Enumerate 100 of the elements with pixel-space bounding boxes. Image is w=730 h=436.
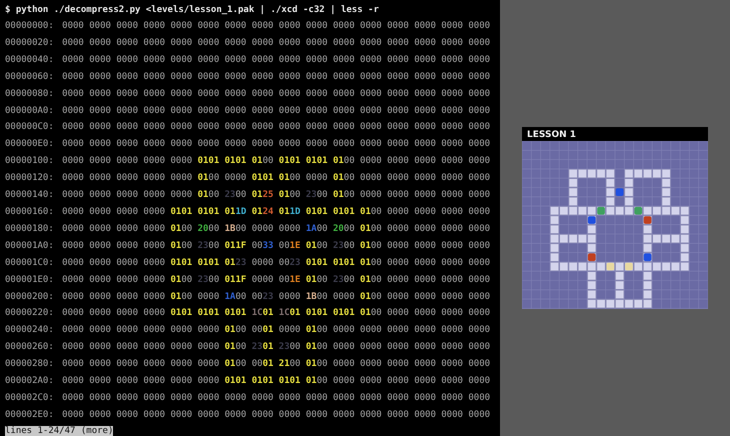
hex-word: 0000 bbox=[89, 222, 111, 236]
hex-word: 0000 bbox=[89, 274, 111, 287]
hex-word: 0000 bbox=[198, 70, 220, 84]
hex-word: 0100 bbox=[360, 240, 382, 253]
hex-word: 0000 bbox=[468, 240, 490, 253]
hex-word: 0000 bbox=[468, 375, 490, 388]
hex-word: 0124 bbox=[252, 206, 274, 219]
command-line: $ python ./decompress2.py <levels/lesson_1.pak | ./xcd -c32 | less -r bbox=[5, 4, 380, 17]
hex-word: 0000 bbox=[360, 324, 382, 338]
hex-word: 0000 bbox=[170, 70, 192, 84]
hex-word: 0000 bbox=[143, 375, 166, 388]
hex-word: 0000 bbox=[387, 358, 409, 372]
hex-word: 0000 bbox=[468, 222, 490, 236]
hex-word: 0100 bbox=[360, 274, 382, 287]
hex-word: 001E bbox=[278, 274, 300, 287]
hex-word: 0000 bbox=[116, 189, 138, 202]
hex-word: 0100 bbox=[278, 189, 300, 202]
hex-word: 0000 bbox=[441, 256, 463, 270]
hex-word: 2300 bbox=[306, 189, 328, 202]
hex-word: 0000 bbox=[116, 70, 138, 84]
hex-word: 0000 bbox=[332, 88, 355, 101]
hex-address: 00000000: bbox=[5, 20, 54, 33]
hex-word: 0000 bbox=[116, 155, 138, 168]
hex-word: 0000 bbox=[252, 274, 274, 287]
hex-word: 0000 bbox=[224, 88, 246, 101]
hex-word: 0000 bbox=[414, 408, 436, 422]
hex-word: 0023 bbox=[252, 290, 274, 304]
hex-word: 0000 bbox=[62, 375, 84, 388]
hex-word: 0000 bbox=[468, 358, 490, 372]
hex-word: 0000 bbox=[170, 104, 192, 118]
hex-word: 0000 bbox=[89, 324, 111, 338]
hex-address: 00000100: bbox=[5, 155, 54, 168]
hex-word: 0000 bbox=[116, 121, 138, 134]
hex-word: 0000 bbox=[387, 20, 409, 33]
pager-status: lines 1-24/47 (more) bbox=[5, 426, 114, 436]
hex-word: 0000 bbox=[306, 88, 328, 101]
hex-word: 0000 bbox=[414, 172, 436, 186]
hex-word: 0000 bbox=[306, 54, 328, 67]
hex-word: 0000 bbox=[143, 155, 166, 168]
hex-word: 0000 bbox=[170, 88, 192, 101]
hex-word: 0100 bbox=[360, 256, 382, 270]
hex-word: 011D bbox=[278, 206, 300, 219]
hex-word: 0000 bbox=[143, 290, 166, 304]
hex-word: 0101 bbox=[198, 155, 220, 168]
hex-word: 0000 bbox=[143, 104, 166, 118]
hex-word: 0000 bbox=[414, 88, 436, 101]
hex-word: 0000 bbox=[116, 240, 138, 253]
hex-word: 0100 bbox=[252, 155, 274, 168]
hex-word: 0000 bbox=[414, 104, 436, 118]
hex-word: 0000 bbox=[278, 20, 300, 33]
hex-word: 0000 bbox=[170, 392, 192, 405]
hex-word: 0000 bbox=[198, 20, 220, 33]
hex-word: 2000 bbox=[198, 222, 220, 236]
hex-word: 0100 bbox=[224, 324, 246, 338]
hex-word: 0000 bbox=[468, 341, 490, 354]
hex-word: 2300 bbox=[332, 240, 355, 253]
hex-word: 0000 bbox=[143, 206, 166, 219]
hex-word: 0000 bbox=[89, 307, 111, 320]
hex-word: 0000 bbox=[278, 36, 300, 50]
hex-word: 0000 bbox=[441, 307, 463, 320]
hex-word: 2100 bbox=[278, 358, 300, 372]
hex-word: 0000 bbox=[198, 54, 220, 67]
hex-word: 0000 bbox=[414, 155, 436, 168]
hex-word: 0000 bbox=[441, 189, 463, 202]
hex-word: 0100 bbox=[170, 274, 192, 287]
hex-word: 0000 bbox=[170, 172, 192, 186]
hex-address: 000002C0: bbox=[5, 392, 54, 405]
hex-word: 1C01 bbox=[252, 307, 274, 320]
hex-word: 0000 bbox=[441, 155, 463, 168]
hex-address: 000000C0: bbox=[5, 121, 54, 134]
hex-word: 0000 bbox=[62, 88, 84, 101]
hex-word: 0000 bbox=[441, 324, 463, 338]
hex-address: 000000A0: bbox=[5, 104, 54, 118]
hex-word: 0000 bbox=[143, 256, 166, 270]
hex-word: 0000 bbox=[62, 408, 84, 422]
hex-word: 0000 bbox=[252, 54, 274, 67]
hex-word: 0000 bbox=[441, 240, 463, 253]
hex-word: 0000 bbox=[414, 54, 436, 67]
hex-word: 0000 bbox=[62, 307, 84, 320]
hex-word: 0100 bbox=[224, 358, 246, 372]
hex-address: 00000220: bbox=[5, 307, 54, 320]
hex-word: 0000 bbox=[89, 121, 111, 134]
hex-word: 0000 bbox=[441, 20, 463, 33]
hex-word: 0000 bbox=[360, 20, 382, 33]
hex-word: 0000 bbox=[62, 138, 84, 152]
hex-word: 0000 bbox=[468, 155, 490, 168]
hex-word: 0101 bbox=[224, 375, 246, 388]
hex-word: 2300 bbox=[278, 341, 300, 354]
hex-word: 0000 bbox=[143, 138, 166, 152]
hex-word: 0000 bbox=[360, 408, 382, 422]
hex-word: 0000 bbox=[387, 256, 409, 270]
hex-word: 0101 bbox=[332, 256, 355, 270]
hex-word: 0000 bbox=[441, 104, 463, 118]
hex-word: 0000 bbox=[198, 341, 220, 354]
hex-word: 0000 bbox=[116, 375, 138, 388]
hex-word: 0000 bbox=[116, 408, 138, 422]
hex-word: 0000 bbox=[116, 358, 138, 372]
hex-word: 0100 bbox=[360, 222, 382, 236]
hex-word: 0000 bbox=[414, 36, 436, 50]
hex-word: 0000 bbox=[360, 189, 382, 202]
